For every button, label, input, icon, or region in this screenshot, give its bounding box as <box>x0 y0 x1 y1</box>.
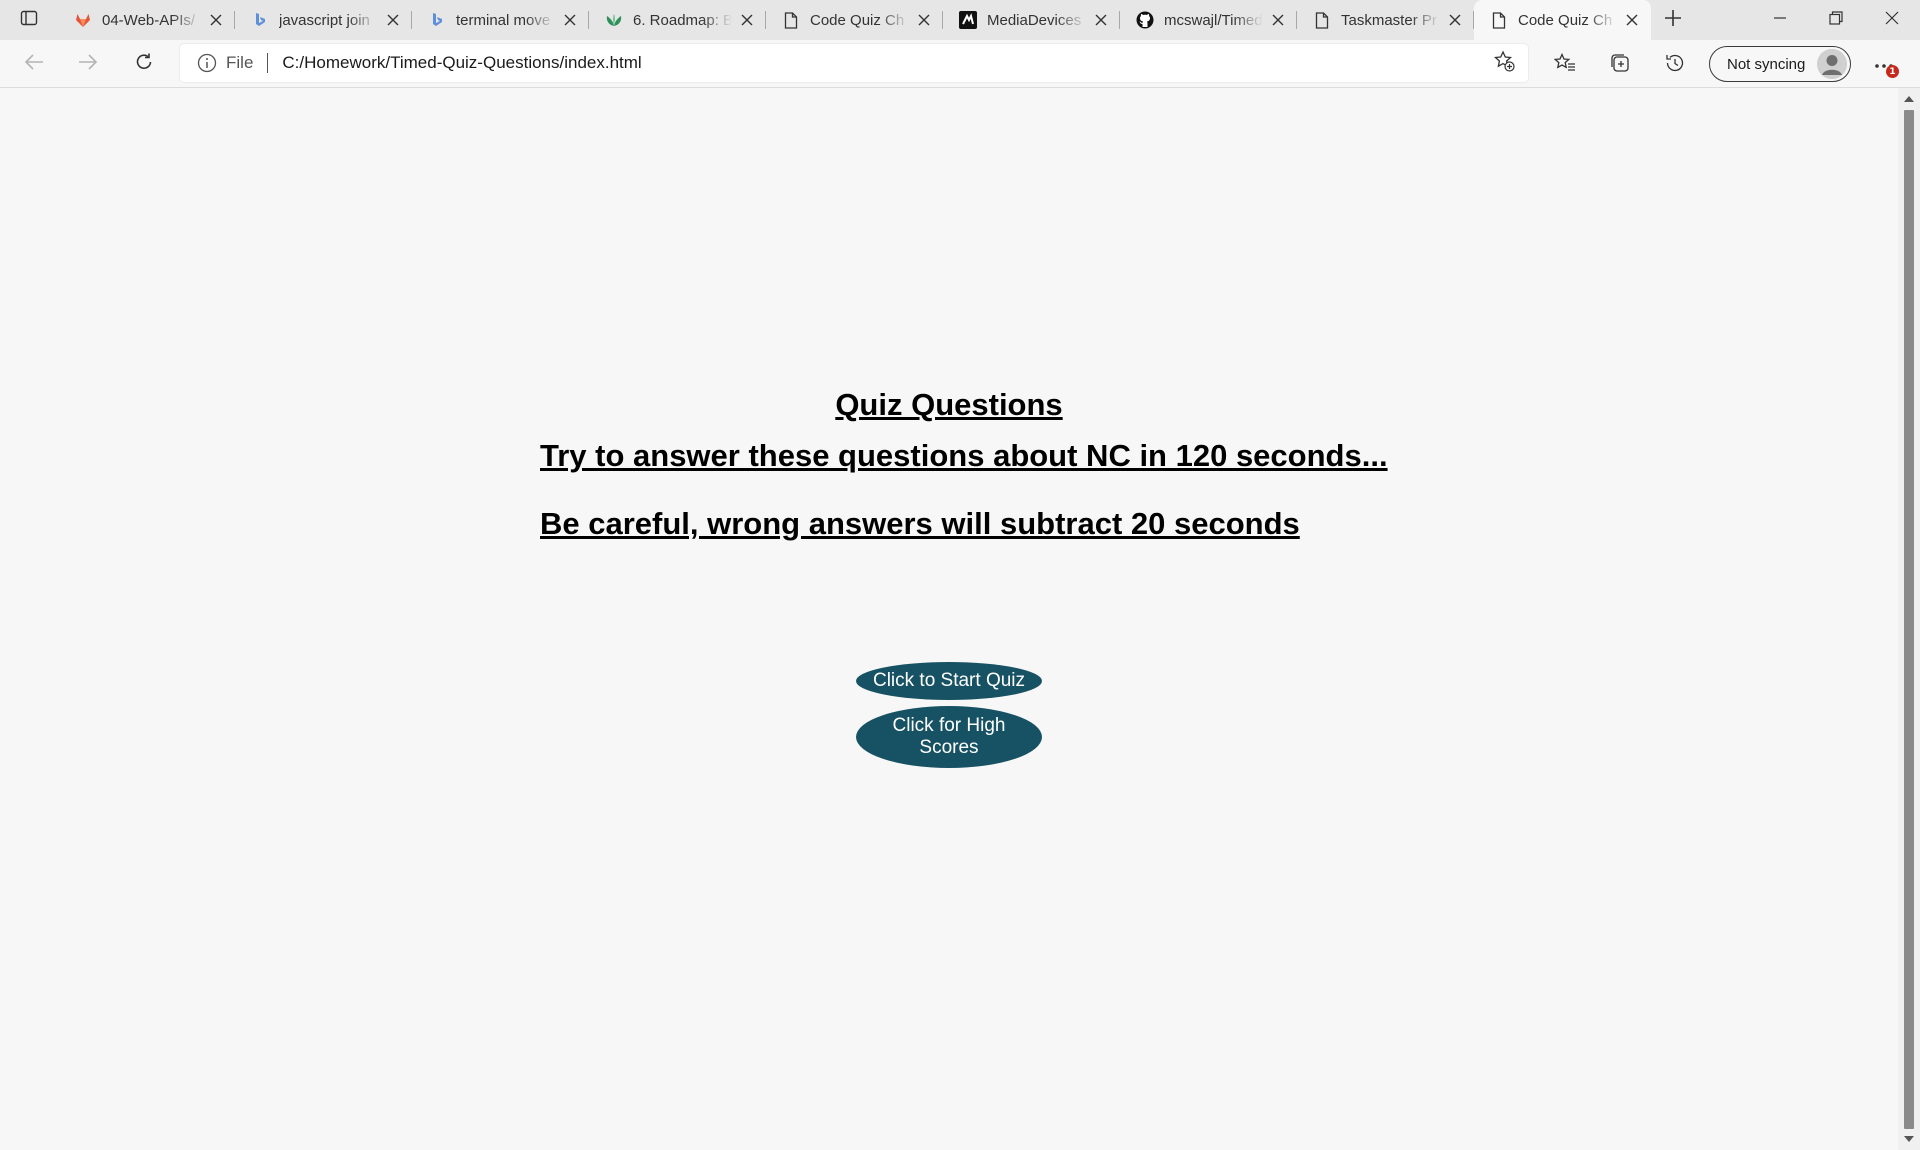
tab-code-quiz-active[interactable]: Code Quiz Ch <box>1474 0 1651 40</box>
settings-and-more-button[interactable]: 1 <box>1866 48 1902 82</box>
avatar-icon <box>1817 49 1847 79</box>
high-scores-button[interactable]: Click for High Scores <box>856 706 1042 768</box>
tab-mediadevices[interactable]: MediaDevices <box>943 0 1120 40</box>
close-tab-icon[interactable] <box>1092 11 1110 29</box>
scroll-down-arrow-icon[interactable] <box>1904 1134 1914 1144</box>
bing-icon <box>251 11 269 29</box>
tab-title: Code Quiz Ch <box>1518 11 1613 29</box>
back-arrow-icon <box>24 53 44 76</box>
notification-badge: 1 <box>1886 65 1899 78</box>
tab-web-apis[interactable]: 04-Web-APIs/ <box>58 0 235 40</box>
minimize-button[interactable] <box>1752 0 1808 40</box>
tab-title: mcswajl/Timed <box>1164 11 1263 29</box>
forward-arrow-icon <box>78 53 98 76</box>
tab-title: Code Quiz Ch <box>810 11 905 29</box>
forward-button[interactable] <box>72 48 104 80</box>
close-tab-icon[interactable] <box>1623 11 1641 29</box>
tab-code-quiz-1[interactable]: Code Quiz Ch <box>766 0 943 40</box>
plus-icon <box>1664 9 1682 32</box>
restore-button[interactable] <box>1808 0 1864 40</box>
gitlab-fox-icon <box>74 11 92 29</box>
collections-icon <box>1609 52 1631 79</box>
close-tab-icon[interactable] <box>1446 11 1464 29</box>
collections-button[interactable] <box>1603 48 1637 82</box>
scroll-up-arrow-icon[interactable] <box>1904 94 1914 104</box>
document-icon <box>1313 11 1331 29</box>
new-tab-button[interactable] <box>1651 0 1695 40</box>
tab-title: Taskmaster Pr <box>1341 11 1437 29</box>
favorites-button[interactable] <box>1548 48 1582 82</box>
url-text[interactable]: C:/Homework/Timed-Quiz-Questions/index.h… <box>282 53 1488 73</box>
address-separator <box>267 53 269 73</box>
tab-title: 6. Roadmap: B <box>633 11 732 29</box>
history-button[interactable] <box>1658 48 1692 82</box>
address-bar[interactable]: File C:/Homework/Timed-Quiz-Questions/in… <box>180 44 1528 82</box>
minimize-icon <box>1773 11 1787 30</box>
tab-terminal-move[interactable]: terminal move <box>412 0 589 40</box>
restore-icon <box>1829 10 1843 30</box>
window-controls <box>1752 0 1920 40</box>
tab-strip: 04-Web-APIs/ javascript join terminal mo… <box>0 0 1920 40</box>
close-tab-icon[interactable] <box>1269 11 1287 29</box>
profile-label: Not syncing <box>1727 55 1806 73</box>
refresh-icon <box>134 52 154 77</box>
tab-title: javascript join <box>279 11 370 29</box>
scrollbar-thumb[interactable] <box>1904 110 1914 1129</box>
browser-toolbar: File C:/Homework/Timed-Quiz-Questions/in… <box>0 40 1920 88</box>
github-icon <box>1136 11 1154 29</box>
close-window-button[interactable] <box>1864 0 1920 40</box>
tab-title: MediaDevices <box>987 11 1082 29</box>
document-icon <box>1490 11 1508 29</box>
page-title: Quiz Questions <box>835 387 1063 422</box>
add-favorite-button[interactable] <box>1488 47 1520 79</box>
tab-actions-icon <box>20 9 38 32</box>
tab-javascript-join[interactable]: javascript join <box>235 0 412 40</box>
roadmap-leaf-icon <box>605 11 623 29</box>
refresh-button[interactable] <box>128 48 160 80</box>
close-tab-icon[interactable] <box>915 11 933 29</box>
history-icon <box>1664 52 1686 79</box>
quiz-instructions: Try to answer these questions about NC i… <box>540 438 1388 473</box>
close-tab-icon[interactable] <box>561 11 579 29</box>
tab-title: 04-Web-APIs/ <box>102 11 196 29</box>
profile-button[interactable]: Not syncing <box>1709 46 1851 82</box>
bing-icon <box>428 11 446 29</box>
close-tab-icon[interactable] <box>738 11 756 29</box>
mdn-icon <box>959 11 977 29</box>
vertical-scrollbar[interactable] <box>1898 88 1920 1150</box>
back-button[interactable] <box>18 48 50 80</box>
close-tab-icon[interactable] <box>384 11 402 29</box>
tab-github-mcswajl[interactable]: mcswajl/Timed <box>1120 0 1297 40</box>
tab-taskmaster[interactable]: Taskmaster Pr <box>1297 0 1474 40</box>
tab-roadmap[interactable]: 6. Roadmap: B <box>589 0 766 40</box>
close-icon <box>1885 11 1899 30</box>
close-tab-icon[interactable] <box>207 11 225 29</box>
favorites-star-icon <box>1553 52 1576 78</box>
tab-title: terminal move <box>456 11 551 29</box>
page-viewport <box>0 88 1898 1150</box>
info-icon[interactable] <box>196 52 218 74</box>
quiz-warning: Be careful, wrong answers will subtract … <box>540 506 1300 541</box>
document-icon <box>782 11 800 29</box>
quiz-title-wrapper: Quiz Questions <box>0 387 1898 423</box>
start-quiz-button[interactable]: Click to Start Quiz <box>856 662 1042 700</box>
url-scheme: File <box>226 53 254 72</box>
tab-actions-button[interactable] <box>0 0 58 40</box>
star-add-icon <box>1493 49 1515 77</box>
